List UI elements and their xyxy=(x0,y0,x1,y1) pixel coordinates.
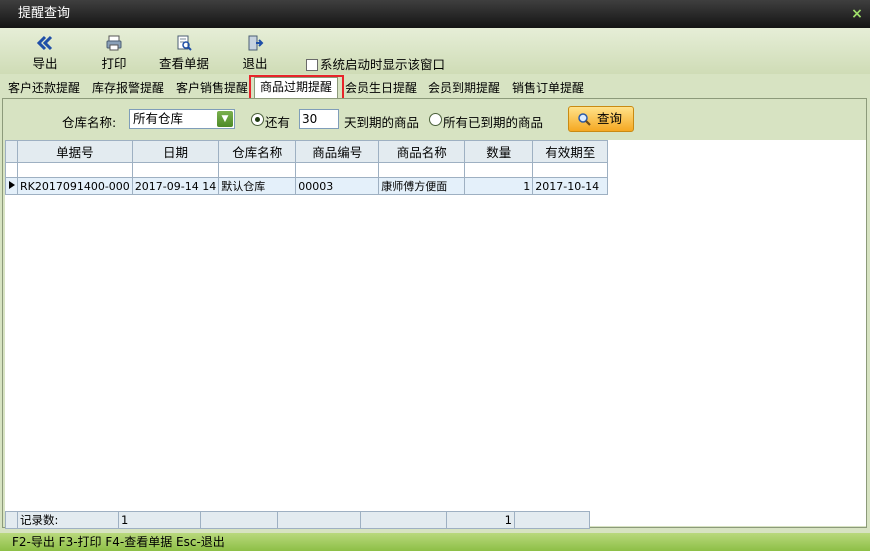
export-icon xyxy=(36,35,53,51)
summary-cell xyxy=(200,511,278,529)
startup-checkbox[interactable]: 系统启动时显示该窗口 xyxy=(306,54,445,73)
row-pointer-icon xyxy=(5,177,18,195)
days-suffix-label: 天到期的商品 xyxy=(344,115,420,130)
status-bar: F2-导出 F3-打印 F4-查看单据 Esc-退出 xyxy=(0,533,870,551)
print-label: 打印 xyxy=(101,56,127,71)
radio-all-expired-label: 所有已到期的商品 xyxy=(443,115,544,130)
column-header[interactable]: 商品名称 xyxy=(378,140,466,163)
results-table: 单据号 日期 仓库名称 商品编号 商品名称 数量 有效期至 RK20170914… xyxy=(5,140,609,195)
column-header[interactable]: 商品编号 xyxy=(295,140,380,163)
column-header[interactable]: 仓库名称 xyxy=(218,140,297,163)
tab-sales-order[interactable]: 销售订单提醒 xyxy=(510,79,586,97)
document-search-icon xyxy=(177,35,192,51)
filter-cell[interactable] xyxy=(378,162,466,178)
tab-member-birthday[interactable]: 会员生日提醒 xyxy=(343,79,419,97)
row-indicator-header xyxy=(5,140,18,163)
column-header[interactable]: 日期 xyxy=(131,140,220,163)
warehouse-select-value: 所有仓库 xyxy=(133,111,184,126)
column-header[interactable]: 数量 xyxy=(464,140,534,163)
summary-indicator xyxy=(5,511,18,529)
print-button[interactable]: 打印 xyxy=(98,34,130,72)
query-button[interactable]: 查询 xyxy=(568,106,634,132)
startup-checkbox-label: 系统启动时显示该窗口 xyxy=(320,57,446,72)
filter-cell[interactable] xyxy=(532,162,609,178)
filter-bar: 仓库名称: 所有仓库 ▼ 还有 天到期的商品 所有已到期的商品 查询 xyxy=(4,99,866,139)
cell-product-name[interactable]: 康师傅方便面 xyxy=(378,177,466,195)
cell-expiry-date[interactable]: 2017-10-14 xyxy=(532,177,609,195)
column-header[interactable]: 单据号 xyxy=(17,140,133,163)
printer-icon xyxy=(106,35,122,51)
summary-cell xyxy=(514,511,590,529)
tab-strip: 客户还款提醒 库存报警提醒 客户销售提醒 商品过期提醒 会员生日提醒 会员到期提… xyxy=(0,77,870,98)
column-header[interactable]: 有效期至 xyxy=(532,140,609,163)
filter-cell[interactable] xyxy=(17,162,133,178)
warehouse-select[interactable]: 所有仓库 ▼ xyxy=(129,109,235,129)
results-grid: 单据号 日期 仓库名称 商品编号 商品名称 数量 有效期至 RK20170914… xyxy=(5,140,866,529)
days-input[interactable] xyxy=(299,109,339,129)
radio-all-expired[interactable] xyxy=(429,113,442,126)
record-count-value: 1 xyxy=(118,511,201,529)
view-doc-button[interactable]: 查看单据 xyxy=(158,34,210,72)
tab-customer-repayment[interactable]: 客户还款提醒 xyxy=(6,79,82,97)
table-row[interactable]: RK2017091400-000 2017-09-14 14 默认仓库 0000… xyxy=(5,177,609,195)
radio-within-days[interactable] xyxy=(251,113,264,126)
exit-door-icon xyxy=(248,35,264,51)
cell-doc-number[interactable]: RK2017091400-000 xyxy=(17,177,133,195)
quantity-total: 1 xyxy=(446,511,515,529)
header-row: 单据号 日期 仓库名称 商品编号 商品名称 数量 有效期至 xyxy=(5,140,609,163)
export-label: 导出 xyxy=(32,56,58,71)
exit-button[interactable]: 退出 xyxy=(240,34,270,72)
filter-cell[interactable] xyxy=(464,162,534,178)
tab-member-expiry[interactable]: 会员到期提醒 xyxy=(426,79,502,97)
record-count-label: 记录数: xyxy=(17,511,119,529)
summary-cell xyxy=(277,511,361,529)
tab-product-expiry[interactable]: 商品过期提醒 xyxy=(254,77,339,98)
tab-customer-sales[interactable]: 客户销售提醒 xyxy=(174,79,250,97)
tab-stock-alert[interactable]: 库存报警提醒 xyxy=(90,79,166,97)
filter-cell[interactable] xyxy=(131,162,220,178)
cell-quantity[interactable]: 1 xyxy=(464,177,534,195)
cell-date[interactable]: 2017-09-14 14 xyxy=(131,177,220,195)
summary-cell xyxy=(360,511,447,529)
warehouse-label: 仓库名称: xyxy=(62,115,117,130)
summary-row: 记录数: 1 1 xyxy=(5,511,590,529)
window-titlebar: 提醒查询 × xyxy=(0,0,870,28)
magnifier-icon xyxy=(578,113,591,126)
exit-label: 退出 xyxy=(242,56,268,71)
query-button-label: 查询 xyxy=(597,111,623,126)
filter-row xyxy=(5,162,609,178)
row-indicator xyxy=(5,162,18,178)
window-title: 提醒查询 xyxy=(18,6,71,21)
cell-product-code[interactable]: 00003 xyxy=(295,177,380,195)
filter-cell[interactable] xyxy=(295,162,380,178)
view-doc-label: 查看单据 xyxy=(158,56,209,71)
cell-warehouse[interactable]: 默认仓库 xyxy=(218,177,297,195)
close-icon[interactable]: × xyxy=(850,0,864,28)
filter-cell[interactable] xyxy=(218,162,297,178)
radio-within-days-label: 还有 xyxy=(265,115,291,130)
startup-checkbox-box[interactable] xyxy=(306,59,318,71)
export-button[interactable]: 导出 xyxy=(30,34,60,72)
chevron-down-icon[interactable]: ▼ xyxy=(217,111,233,127)
